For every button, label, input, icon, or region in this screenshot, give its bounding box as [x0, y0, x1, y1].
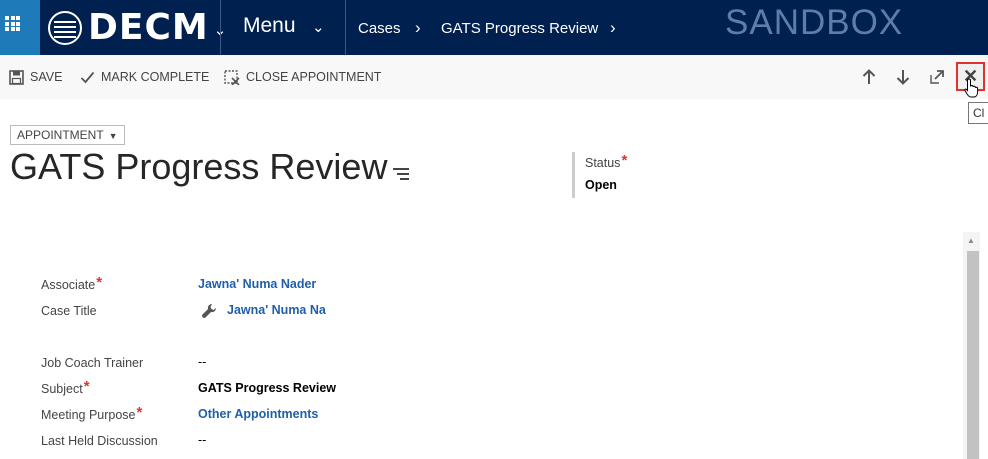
- associate-value[interactable]: Jawna' Numa Nader: [198, 277, 316, 291]
- wrench-icon: [201, 303, 217, 319]
- required-marker: *: [83, 378, 90, 395]
- chevron-right-icon: ›: [415, 18, 421, 37]
- scrollbar-thumb[interactable]: [967, 251, 979, 459]
- checkmark-icon: [80, 70, 95, 85]
- menu-button[interactable]: Menu: [243, 14, 296, 38]
- chevron-right-icon[interactable]: ›: [610, 18, 616, 38]
- required-marker: *: [621, 152, 628, 169]
- last-held-discussion-label: Last Held Discussion: [41, 434, 158, 448]
- required-marker: *: [136, 404, 143, 421]
- save-button[interactable]: SAVE: [9, 55, 62, 99]
- entity-selector[interactable]: APPOINTMENT ▼: [10, 125, 125, 145]
- pop-out-button[interactable]: [926, 66, 948, 88]
- meeting-purpose-value[interactable]: Other Appointments: [198, 407, 318, 421]
- caret-down-icon: ▼: [108, 131, 118, 141]
- chevron-down-icon: ⌄: [312, 19, 325, 36]
- pop-out-icon: [930, 70, 944, 84]
- case-title-label: Case Title: [41, 304, 97, 318]
- status-divider: [572, 152, 575, 198]
- associate-label: Associate*: [41, 274, 103, 292]
- record-menu-icon[interactable]: [392, 165, 410, 181]
- status-value[interactable]: Open: [585, 178, 617, 192]
- arrow-down-icon: [896, 70, 910, 85]
- case-title-value[interactable]: Jawna' Numa Na: [227, 303, 337, 317]
- grid-icon: [5, 16, 20, 31]
- nav-divider: [220, 0, 221, 55]
- close-tooltip: Cl: [968, 102, 988, 124]
- subject-label: Subject*: [41, 378, 90, 396]
- job-coach-trainer-label: Job Coach Trainer: [41, 356, 144, 370]
- close-appointment-icon: [224, 69, 240, 85]
- next-record-button[interactable]: [892, 66, 914, 88]
- arrow-up-icon: [862, 69, 876, 84]
- breadcrumb-record[interactable]: GATS Progress Review: [441, 20, 598, 37]
- scroll-up-icon[interactable]: ▲: [967, 236, 975, 245]
- entity-name: APPOINTMENT: [17, 128, 104, 142]
- command-bar: SAVE MARK COMPLETE CLOSE APPOINTMENT: [0, 55, 988, 99]
- app-launcher-button[interactable]: [0, 0, 40, 55]
- close-appointment-button[interactable]: CLOSE APPOINTMENT: [224, 55, 381, 99]
- save-icon: [9, 69, 24, 85]
- nav-divider: [345, 0, 346, 55]
- hand-cursor-icon: [964, 78, 979, 98]
- brand-logo[interactable]: DECM ⌄: [48, 8, 226, 48]
- top-nav-bar: DECM ⌄ Menu ⌄ Cases › GATS Progress Revi…: [0, 0, 988, 55]
- subject-value[interactable]: GATS Progress Review: [198, 381, 336, 395]
- job-coach-trainer-value[interactable]: --: [198, 355, 206, 369]
- close-appointment-label: CLOSE APPOINTMENT: [246, 70, 382, 84]
- seal-icon: [48, 11, 82, 45]
- mark-complete-button[interactable]: MARK COMPLETE: [80, 55, 209, 99]
- status-label: Status*: [585, 152, 628, 170]
- required-marker: *: [96, 274, 103, 291]
- save-label: SAVE: [30, 70, 63, 84]
- brand-name: DECM: [88, 7, 209, 48]
- mark-complete-label: MARK COMPLETE: [101, 70, 210, 84]
- last-held-discussion-value[interactable]: --: [198, 433, 206, 447]
- breadcrumb-cases[interactable]: Cases: [358, 20, 401, 37]
- previous-record-button[interactable]: [858, 66, 880, 88]
- record-title: GATS Progress Review: [10, 146, 388, 187]
- environment-label: SANDBOX: [725, 3, 904, 42]
- meeting-purpose-label: Meeting Purpose*: [41, 404, 143, 422]
